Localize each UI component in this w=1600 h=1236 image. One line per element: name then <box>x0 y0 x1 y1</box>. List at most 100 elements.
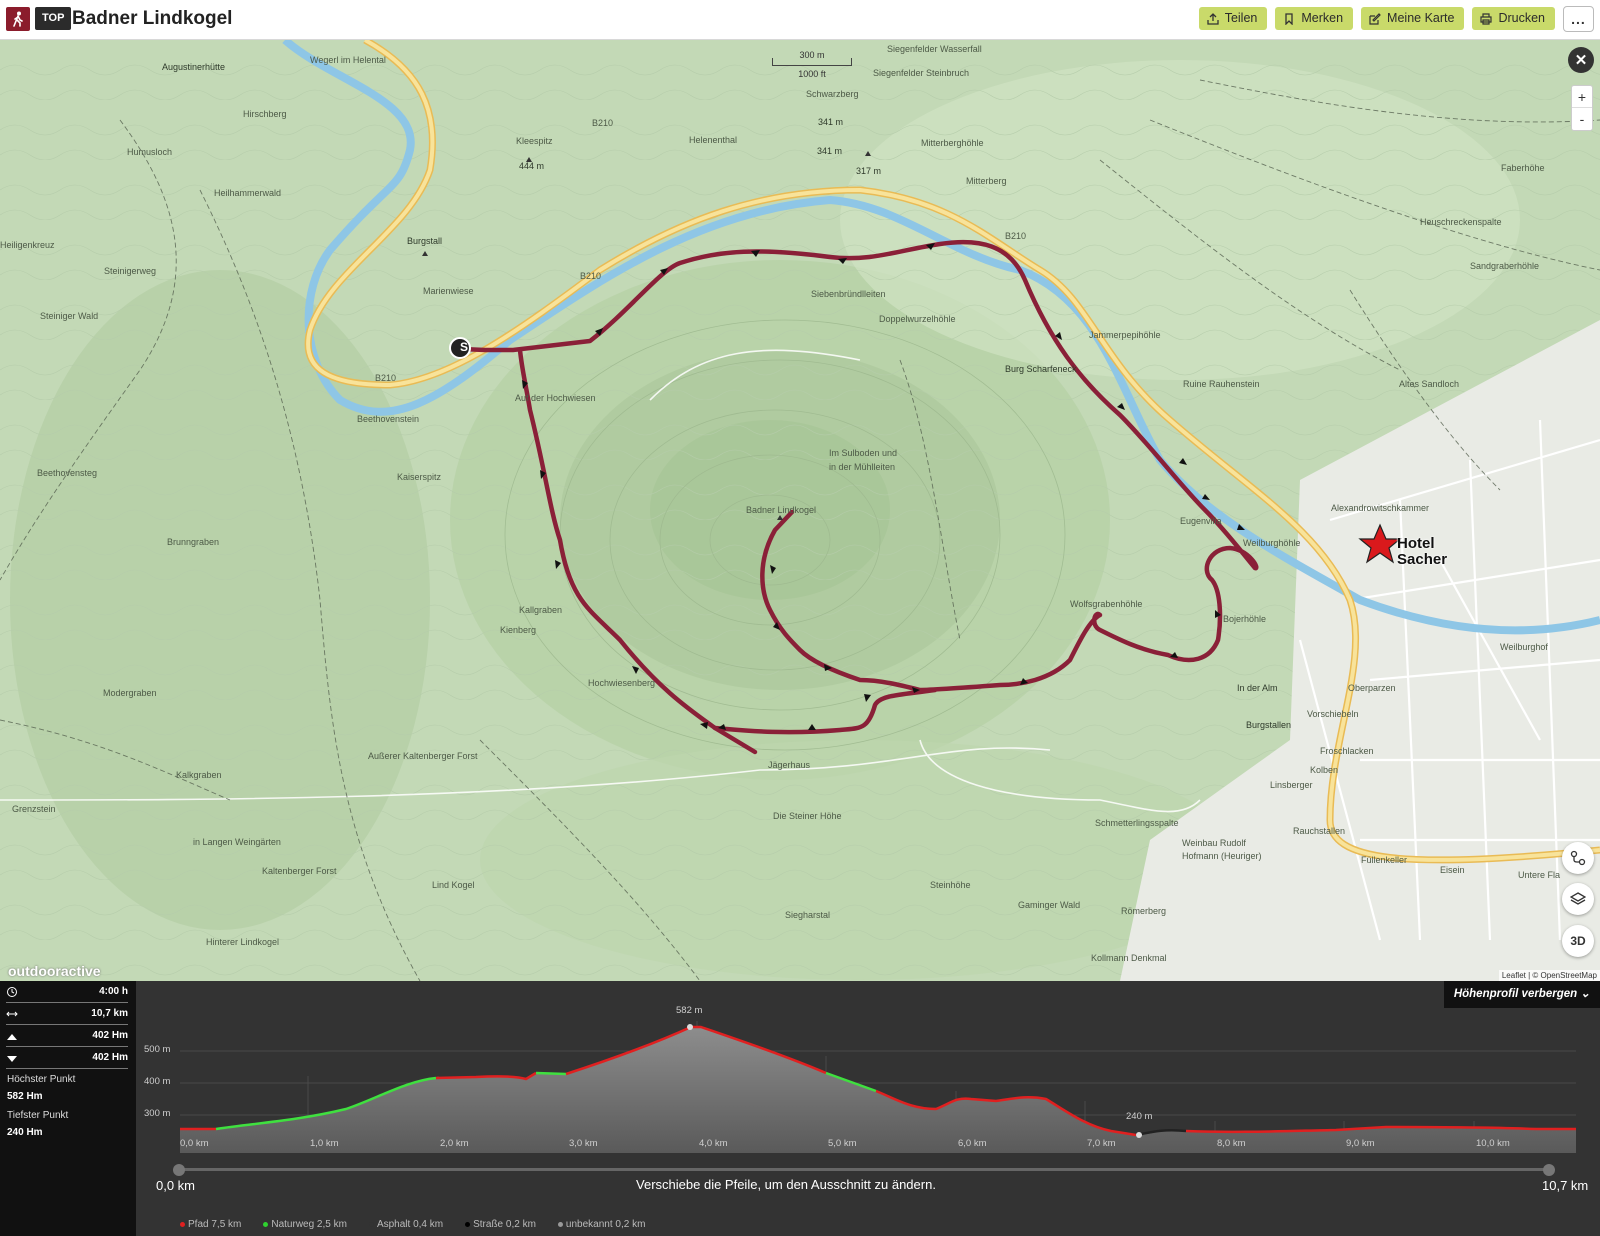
map-place-label: Kaltenberger Forst <box>262 866 337 876</box>
map-place-label: Vorschiebeln <box>1307 709 1359 719</box>
map-place-label: Humusloch <box>127 147 173 157</box>
map-place-label: Kollmann Denkmal <box>1091 953 1167 963</box>
hotel-line-2: Sacher <box>1397 551 1448 568</box>
min-point-dot <box>1136 1132 1142 1138</box>
app: TOP Badner Lindkogel Teilen Merken Meine… <box>0 0 1600 1236</box>
hotel-label[interactable]: Hotel Sacher <box>1397 536 1447 568</box>
x-tick: 10,0 km <box>1476 1138 1510 1149</box>
legend-item-asphalt: Asphalt 0,4 km <box>368 1219 443 1230</box>
map-place-label: Heiligenkreuz <box>0 240 55 250</box>
print-button[interactable]: Drucken <box>1472 7 1555 30</box>
map-place-label: Marienwiese <box>423 286 474 296</box>
print-label: Drucken <box>1498 11 1545 25</box>
map-place-label: Kleespitz <box>516 136 553 146</box>
map-place-label: Weilburghof <box>1500 642 1548 652</box>
clock-icon <box>7 986 17 997</box>
top-badge: TOP <box>35 7 72 30</box>
map-place-label: Heilhammerwald <box>214 188 282 198</box>
map-place-label: Jammerpepihöhle <box>1089 330 1161 340</box>
map-place-label: Helenenthal <box>689 135 738 145</box>
map-place-label: Hinterer Lindkogel <box>206 937 280 947</box>
map-place-label: 444 m <box>519 161 545 171</box>
map-place-label: Burgstall <box>407 236 443 246</box>
x-tick: 1,0 km <box>310 1138 339 1149</box>
map-place-label: Siegenfelder Wasserfall <box>887 44 982 54</box>
map-place-label: Eisein <box>1440 865 1465 875</box>
map-place-label: Kallgraben <box>519 605 563 615</box>
map-place-label: Grenzstein <box>12 804 56 814</box>
map-place-label: Beethovensteg <box>37 468 98 478</box>
map-scale: 300 m 1000 ft <box>772 50 852 79</box>
map-place-label: Kaiserspitz <box>397 472 442 482</box>
highest-point-value: 582 Hm <box>7 1091 43 1102</box>
zoom-in-button[interactable]: + <box>1572 86 1592 108</box>
more-options-button[interactable]: ... <box>1563 6 1594 32</box>
x-tick: 5,0 km <box>828 1138 857 1149</box>
map-place-label: Faberhöhe <box>1501 163 1545 173</box>
max-elevation-label: 582 m <box>676 1005 703 1016</box>
route-planner-icon <box>1570 850 1586 866</box>
map-place-label: Hofmann (Heuriger) <box>1182 851 1262 861</box>
start-label: S <box>460 340 469 354</box>
zoom-out-button[interactable]: - <box>1572 108 1592 130</box>
map-place-label: Jägerhaus <box>768 760 811 770</box>
x-tick: 0,0 km <box>180 1138 209 1149</box>
hiking-icon <box>6 7 30 31</box>
bookmark-label: Merken <box>1301 11 1344 25</box>
map-place-label: Burgstallen <box>1246 720 1292 730</box>
tour-header: TOP Badner Lindkogel Teilen Merken Meine… <box>0 0 1600 40</box>
map-place-label: Siebenbründlleiten <box>811 289 886 299</box>
map-place-label: Mitterberg <box>966 176 1007 186</box>
lowest-point-value: 240 Hm <box>7 1127 43 1138</box>
range-end-value: 10,7 km <box>1542 1178 1589 1193</box>
map-place-label: Wolfsgrabenhöhle <box>1070 599 1143 609</box>
map-place-label: Schmetterlingsspalte <box>1095 818 1179 828</box>
my-map-label: Meine Karte <box>1387 11 1455 25</box>
map-place-label: B210 <box>580 271 602 281</box>
x-tick: 2,0 km <box>440 1138 469 1149</box>
map-place-label: Wegerl im Helental <box>310 55 386 65</box>
map-place-label: 341 m <box>817 146 843 156</box>
3d-button[interactable]: 3D <box>1562 925 1594 957</box>
map-place-label: Rauchstallen <box>1293 826 1346 836</box>
map-place-label: Ruine Rauhenstein <box>1183 379 1260 389</box>
share-button[interactable]: Teilen <box>1198 7 1268 30</box>
range-end-handle[interactable] <box>1543 1164 1555 1176</box>
map-place-label: Bojerhöhle <box>1223 614 1267 624</box>
x-tick: 9,0 km <box>1346 1138 1375 1149</box>
x-tick: 8,0 km <box>1217 1138 1246 1149</box>
map-place-label: Brunngraben <box>167 537 220 547</box>
map-place-label: Auf der Hochwiesen <box>515 393 596 403</box>
my-map-button[interactable]: Meine Karte <box>1361 7 1465 30</box>
map-place-label: Schwarzberg <box>806 89 859 99</box>
y-tick-500: 500 m <box>144 1044 171 1055</box>
layers-button[interactable] <box>1562 883 1594 915</box>
map-place-label: Kolben <box>1310 765 1339 775</box>
stat-ascent: 402 Hm <box>6 1025 128 1047</box>
route-planner-button[interactable] <box>1562 842 1594 874</box>
map-place-label: Steinhöhe <box>930 880 971 890</box>
range-start-handle[interactable] <box>173 1164 185 1176</box>
elevation-profile[interactable]: Höhenprofil verbergen ⌄ 582 m 240 m 500 … <box>136 981 1600 1236</box>
profile-chart <box>180 1021 1576 1171</box>
close-map-button[interactable]: ✕ <box>1568 47 1594 73</box>
map-attribution[interactable]: Leaflet | © OpenStreetMap <box>1498 970 1600 981</box>
bookmark-icon <box>1285 12 1294 25</box>
stat-descent: 402 Hm <box>6 1047 128 1069</box>
map-place-label: Modergraben <box>103 688 157 698</box>
share-icon <box>1207 12 1219 25</box>
map-place-label: 317 m <box>856 166 882 176</box>
map-place-label: Siegenfelder Steinbruch <box>873 68 970 78</box>
lowest-point-label: Tiefster Punkt <box>7 1110 69 1121</box>
map-place-label: Linsberger <box>1270 780 1313 790</box>
x-tick: 3,0 km <box>569 1138 598 1149</box>
map-place-label: Mitterberghöhle <box>921 138 984 148</box>
descent-value: 402 Hm <box>92 1052 128 1063</box>
x-tick: 4,0 km <box>699 1138 728 1149</box>
share-label: Teilen <box>1224 11 1258 25</box>
map-view[interactable]: S 300 m 1000 ft Augustinerhütte Wegerl im… <box>0 40 1600 981</box>
bookmark-button[interactable]: Merken <box>1275 7 1354 30</box>
surface-legend: Pfad 7,5 km Naturweg 2,5 km Asphalt 0,4 … <box>180 1219 645 1230</box>
map-place-label: Kalkgraben <box>176 770 222 780</box>
y-tick-300: 300 m <box>144 1108 171 1119</box>
